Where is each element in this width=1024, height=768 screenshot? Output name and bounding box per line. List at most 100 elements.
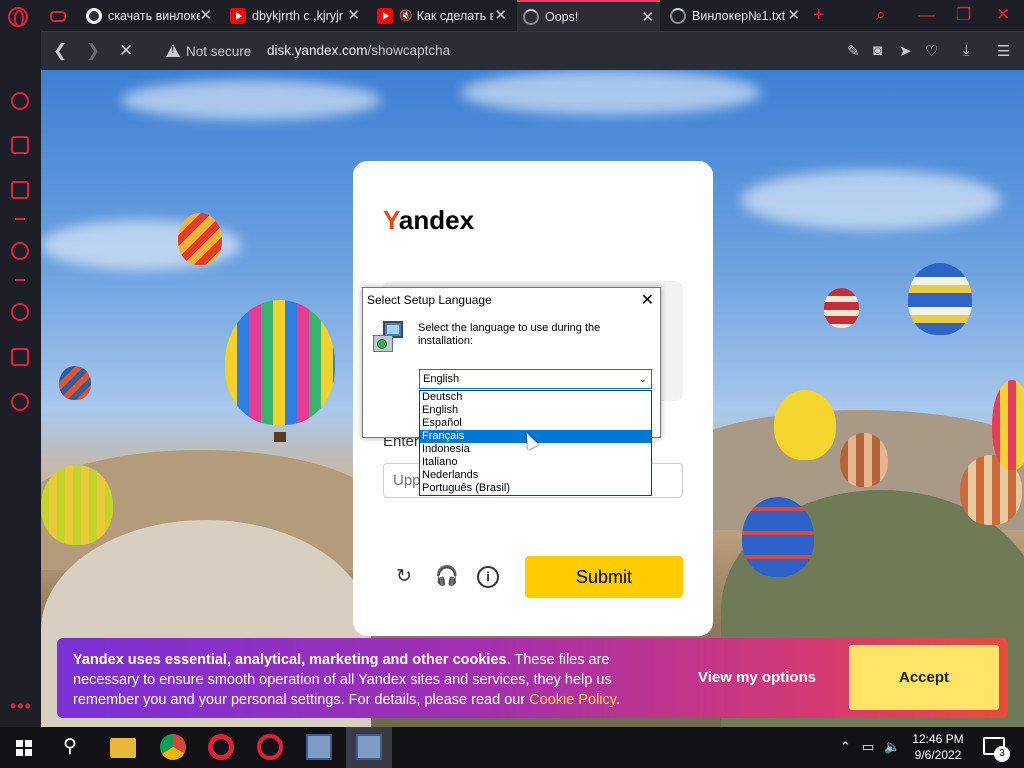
restore-icon[interactable]: ❐ — [956, 5, 971, 25]
tab-label: dbykjrrth c ,kjryjr — [252, 8, 343, 23]
url-domain: disk.yandex.com — [267, 43, 368, 58]
windows-start-icon[interactable] — [16, 740, 32, 756]
gamepad-icon — [50, 11, 66, 22]
opera-icon[interactable] — [208, 734, 234, 760]
extensions-icon[interactable] — [11, 348, 29, 366]
info-icon[interactable]: i — [477, 566, 499, 588]
close-tab-icon[interactable]: ✕ — [641, 10, 654, 25]
language-option[interactable]: English — [420, 404, 651, 417]
close-window-icon[interactable]: ✕ — [996, 5, 1010, 25]
tab-active[interactable]: Oops! ✕ — [517, 0, 660, 31]
language-option[interactable]: Español — [420, 417, 651, 430]
setup-icon[interactable] — [306, 734, 332, 760]
minimize-icon[interactable]: — — [918, 5, 935, 25]
bag-icon[interactable] — [11, 136, 29, 154]
clock[interactable]: 12:46 PM 9/6/2022 — [908, 731, 968, 763]
date: 9/6/2022 — [914, 748, 962, 762]
balloon-basket — [274, 432, 286, 442]
cloud — [121, 80, 381, 120]
youtube-icon — [377, 7, 393, 24]
easy-setup-icon[interactable]: ☰ — [997, 42, 1010, 60]
send-icon[interactable]: ➤ — [899, 42, 912, 60]
headphones-icon[interactable]: 🎧 — [435, 566, 459, 588]
chrome-icon[interactable] — [160, 734, 186, 760]
accept-button[interactable]: Accept — [849, 645, 999, 710]
url-path: /showcaptcha — [367, 43, 451, 58]
new-tab-icon[interactable]: + — [813, 4, 825, 27]
stop-loading-icon[interactable]: ✕ — [119, 41, 133, 61]
network-icon[interactable]: ▭ — [862, 739, 874, 755]
language-option[interactable]: Português (Brasil) — [420, 482, 651, 495]
search-icon[interactable]: ⚲ — [63, 735, 77, 758]
cookie-bold-text: Yandex uses essential, analytical, marke… — [73, 652, 507, 668]
url-field[interactable]: disk.yandex.com/showcaptcha — [267, 43, 450, 58]
close-tab-icon[interactable]: ✕ — [347, 8, 360, 23]
muted-speaker-icon[interactable]: 🔇 — [399, 9, 413, 22]
close-tab-icon[interactable]: ✕ — [787, 8, 800, 23]
camera-icon[interactable]: ◙ — [873, 42, 882, 59]
submit-button[interactable]: Submit — [525, 556, 683, 598]
hot-air-balloon — [840, 433, 888, 487]
cookie-text-end: . — [615, 692, 620, 708]
warning-icon — [166, 44, 180, 58]
logo-y: Y — [383, 205, 399, 235]
player-icon[interactable] — [11, 242, 29, 260]
language-option[interactable]: Nederlands — [420, 469, 651, 482]
opera-menu-icon[interactable] — [8, 7, 28, 27]
security-label[interactable]: Not secure — [186, 44, 251, 59]
close-tab-icon[interactable]: ✕ — [494, 8, 507, 23]
hot-air-balloon — [41, 465, 113, 545]
cookie-text: Yandex uses essential, analytical, marke… — [73, 650, 663, 710]
tab-bar: скачать винлокер ✕ dbykjrrth c ,kjryjr ✕… — [0, 0, 1024, 31]
time: 12:46 PM — [912, 732, 964, 746]
dialog-message: Select the language to use during the in… — [418, 322, 601, 347]
language-option[interactable]: Deutsch — [420, 391, 651, 404]
forward-icon[interactable]: ❯ — [86, 41, 100, 61]
chevron-down-icon[interactable]: ⌄ — [639, 370, 647, 389]
hot-air-balloon — [178, 213, 222, 265]
hot-air-balloon — [824, 288, 859, 328]
tab-3[interactable]: 🔇 Как сделать в ✕ — [371, 0, 513, 31]
disc-icon — [377, 339, 387, 349]
volume-icon[interactable]: 🔈 — [884, 739, 900, 755]
setup-icon[interactable] — [356, 734, 382, 760]
tab-label: Как сделать в — [416, 8, 493, 23]
opera-gx-icon[interactable] — [257, 734, 283, 760]
hot-air-balloon — [742, 497, 814, 577]
chevron-up-icon[interactable]: ⌃ — [840, 739, 851, 755]
tab-1[interactable]: скачать винлокер ✕ — [80, 0, 218, 31]
hot-air-balloon — [992, 380, 1024, 470]
settings-icon[interactable] — [11, 393, 29, 411]
history-icon[interactable] — [11, 303, 29, 321]
loading-icon — [670, 7, 686, 24]
sidebar-divider — [15, 279, 25, 281]
download-icon[interactable]: ⤓ — [963, 42, 970, 59]
close-tab-icon[interactable]: ✕ — [199, 8, 212, 23]
tab-label: скачать винлокер — [108, 8, 200, 23]
language-select[interactable]: English ⌄ — [419, 369, 652, 389]
tab-5[interactable]: Винлокер№1.txt ✕ — [664, 0, 806, 31]
back-icon[interactable]: ❮ — [53, 41, 67, 61]
language-option[interactable]: Italiano — [420, 456, 651, 469]
twitch-icon[interactable] — [11, 181, 29, 199]
file-explorer-icon[interactable] — [110, 738, 136, 758]
refresh-icon[interactable]: ↻ — [393, 566, 415, 588]
loading-icon — [523, 8, 539, 25]
tab-2[interactable]: dbykjrrth c ,kjryjr ✕ — [224, 0, 366, 31]
tab-gx[interactable] — [50, 0, 80, 31]
close-icon[interactable]: ✕ — [641, 290, 654, 310]
yandex-logo: Yandex — [383, 205, 474, 236]
cloud — [741, 170, 1001, 230]
view-options-button[interactable]: View my options — [698, 669, 816, 686]
cookie-policy-link[interactable]: Cookie Policy — [529, 692, 616, 708]
speedometer-icon[interactable] — [11, 92, 29, 110]
hot-air-balloon — [908, 263, 972, 335]
search-tabs-icon[interactable]: ⌕ — [876, 5, 886, 25]
more-icon[interactable]: ••• — [10, 696, 32, 717]
taskbar: ⚲ ⌃ ▭ 🔈 12:46 PM 9/6/2022 3 — [0, 727, 1024, 768]
logo-rest: andex — [398, 205, 475, 235]
cookie-banner: Yandex uses essential, analytical, marke… — [57, 638, 1008, 718]
screen: скачать винлокер ✕ dbykjrrth c ,kjryjr ✕… — [0, 0, 1024, 768]
heart-icon[interactable]: ♡ — [925, 42, 938, 60]
edit-icon[interactable]: ✎ — [847, 42, 860, 60]
